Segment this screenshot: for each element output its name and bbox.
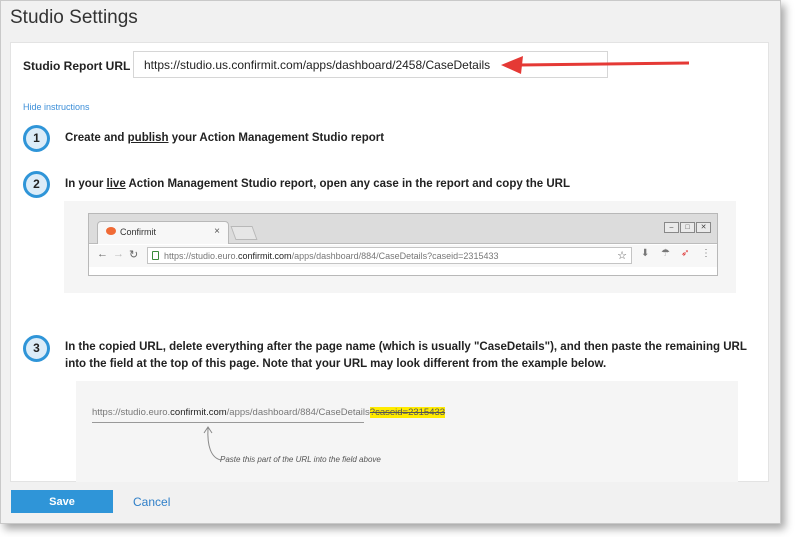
browser-example-box: Confirmit × – □ ✕ ← → ↻ https://studio.eur… (64, 201, 736, 293)
browser-tab-strip: Confirmit × – □ ✕ (89, 214, 717, 244)
paste-callout: Paste this part of the URL into the fiel… (220, 455, 381, 464)
red-arrow-icon (501, 56, 690, 74)
settings-panel: Studio Report URL Hide instructions 1 Cr… (10, 42, 769, 482)
url-example-text: https://studio.euro.confirmit.com/apps/d… (92, 407, 446, 418)
download-icon: ⬇ (641, 248, 650, 259)
menu-kebab-icon: ⋮ (701, 248, 711, 259)
studio-settings-dialog: Studio Settings Studio Report URL Hide i… (0, 0, 781, 524)
back-icon: ← (97, 248, 108, 260)
reload-icon: ↻ (129, 249, 139, 261)
confirmit-logo-icon (106, 227, 116, 235)
lock-icon (152, 251, 159, 260)
step-3-number: 3 (23, 335, 50, 362)
bookmark-star-icon: ☆ (617, 250, 627, 262)
browser-address-row: ← → ↻ https://studio.euro.confirmit.com/… (89, 245, 717, 267)
minimize-icon: – (664, 222, 679, 233)
removed-query-highlight: ?caseid=2315433 (369, 407, 446, 418)
studio-report-url-label: Studio Report URL (23, 59, 131, 73)
close-window-icon: ✕ (696, 222, 711, 233)
browser-tab: Confirmit × (97, 221, 229, 244)
browser-address-bar: https://studio.euro.confirmit.com/apps/d… (147, 247, 632, 264)
save-button[interactable]: Save (11, 490, 113, 513)
forward-icon: → (113, 248, 124, 260)
publish-link[interactable]: publish (128, 132, 169, 144)
browser-tab-title: Confirmit (120, 227, 157, 237)
step-2-text: In your live Action Management Studio re… (65, 178, 571, 190)
step-1-number: 1 (23, 125, 50, 152)
browser-url-text: https://studio.euro.confirmit.com/apps/d… (164, 251, 499, 261)
window-controls: – □ ✕ (663, 216, 711, 234)
new-tab-icon (230, 226, 258, 240)
step-3-text: In the copied URL, delete everything aft… (65, 341, 747, 370)
live-link[interactable]: live (107, 178, 126, 190)
dialog-title: Studio Settings (10, 7, 138, 28)
step-2-number: 2 (23, 171, 50, 198)
step-1-text: Create and publish your Action Managemen… (65, 132, 385, 144)
maximize-icon: □ (680, 222, 695, 233)
browser-mockup: Confirmit × – □ ✕ ← → ↻ https://studio.eur… (88, 213, 718, 276)
extension-icon: ☂ (661, 248, 670, 259)
cancel-button[interactable]: Cancel (133, 495, 170, 509)
url-example-box: https://studio.euro.confirmit.com/apps/d… (76, 381, 738, 482)
rocket-icon: ➶ (681, 248, 690, 259)
url-example-underline (92, 422, 364, 423)
tab-close-icon: × (214, 226, 220, 237)
hide-instructions-link[interactable]: Hide instructions (23, 102, 90, 112)
